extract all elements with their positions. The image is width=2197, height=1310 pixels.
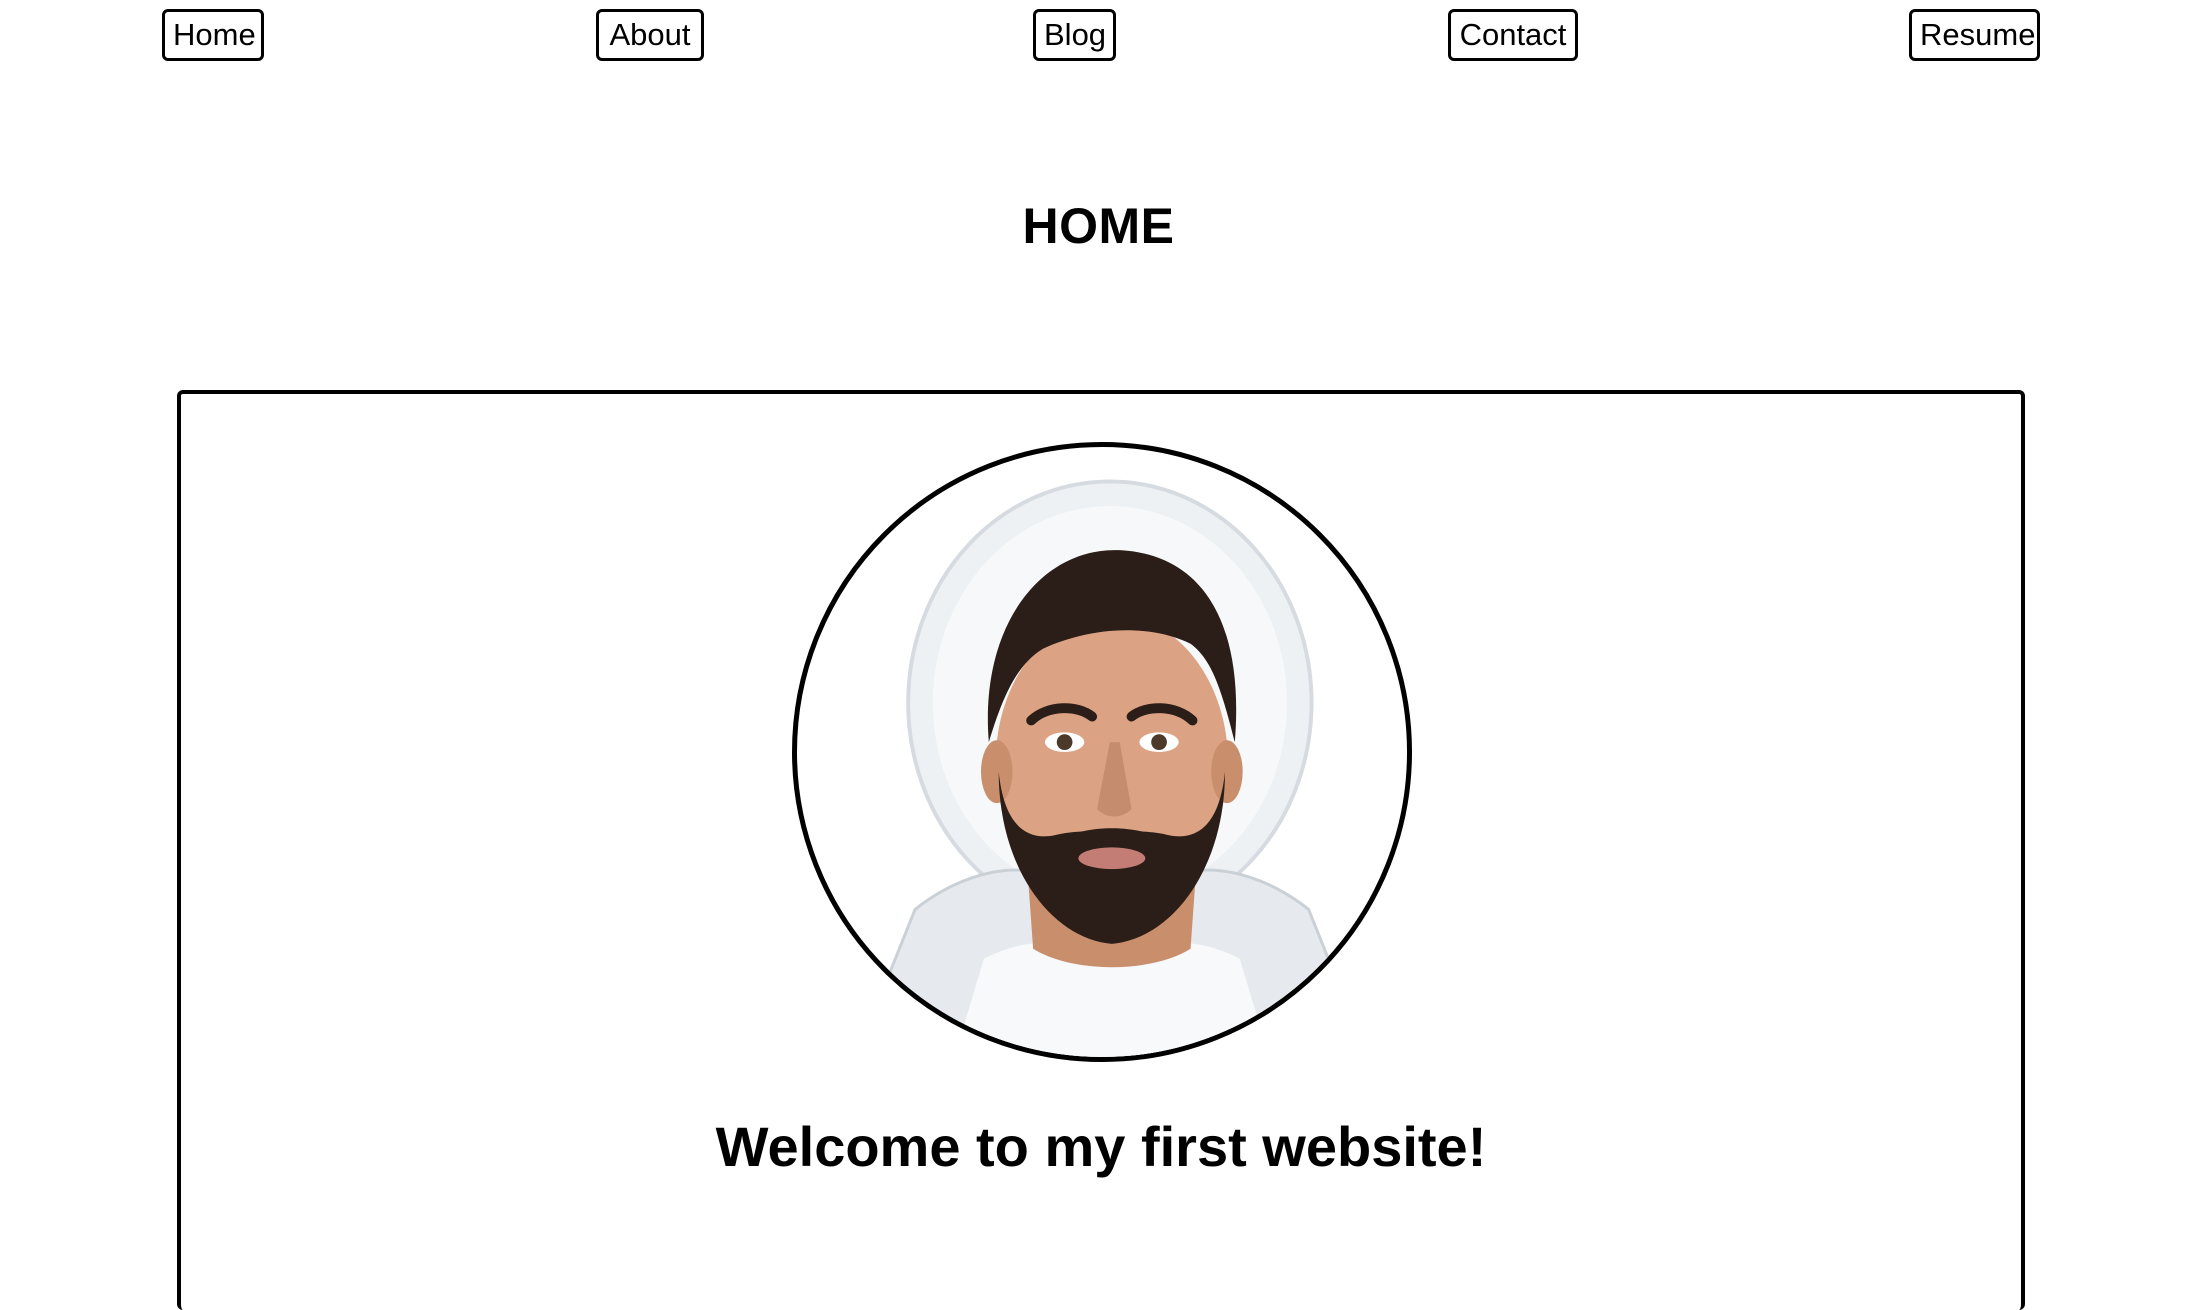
- nav-blog-button[interactable]: Blog: [1033, 9, 1116, 61]
- intro-card: Welcome to my first website!: [177, 390, 2025, 1310]
- page-title: HOME: [1022, 198, 1175, 254]
- welcome-heading: Welcome to my first website!: [715, 1115, 1487, 1178]
- nav-contact-button[interactable]: Contact: [1448, 9, 1578, 61]
- top-navigation: Home About Blog Contact Resume: [0, 0, 2197, 80]
- nav-about-button[interactable]: About: [596, 9, 704, 61]
- profile-avatar: [792, 442, 1412, 1062]
- nav-resume-button[interactable]: Resume: [1909, 9, 2040, 61]
- nav-home-button[interactable]: Home: [162, 9, 264, 61]
- profile-portrait-icon: [854, 479, 1370, 1057]
